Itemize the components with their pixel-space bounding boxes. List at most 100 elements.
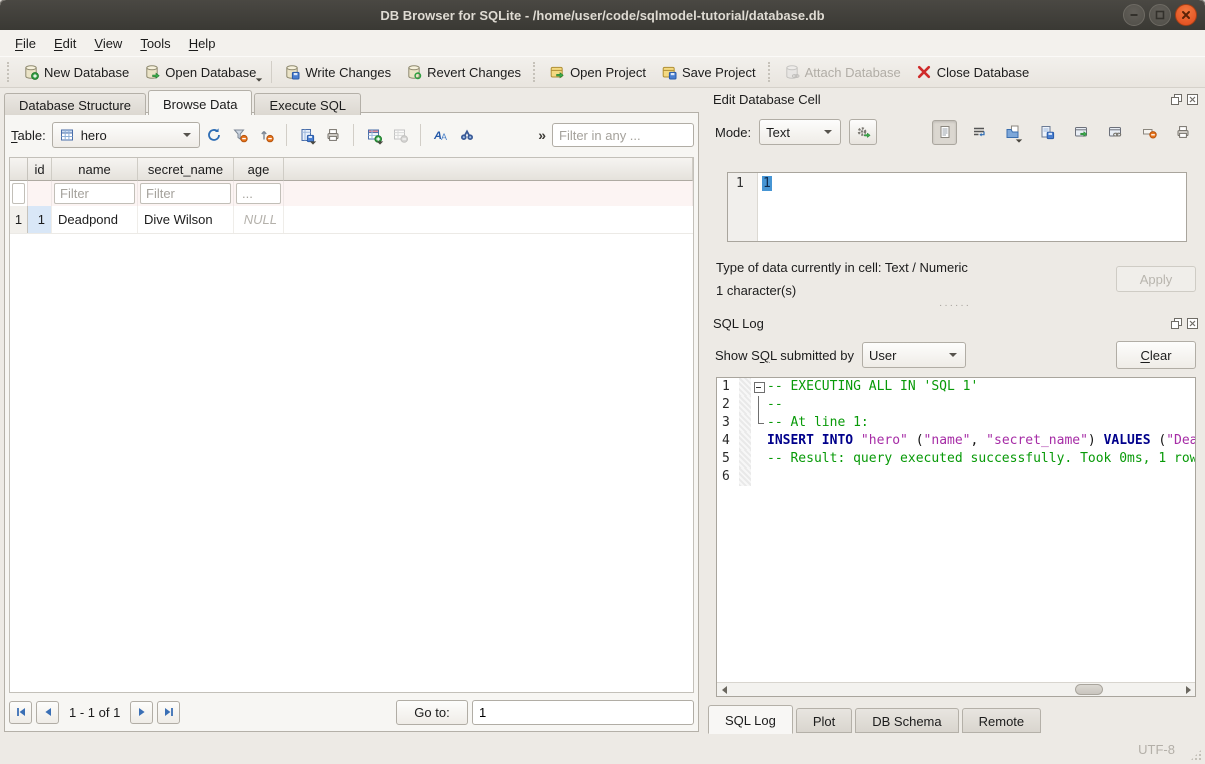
save-results-button[interactable]: [295, 123, 319, 147]
cell-secret-name[interactable]: Dive Wilson: [138, 206, 234, 233]
edit-display-format-button[interactable]: AA: [429, 123, 453, 147]
maximize-button[interactable]: [1149, 4, 1171, 26]
show-sql-label: Show SQL submitted by: [715, 348, 854, 363]
previous-record-button[interactable]: [36, 701, 59, 724]
scroll-left-button[interactable]: [717, 683, 731, 697]
sql-source-select[interactable]: User: [862, 342, 966, 368]
import-dropdown-caret[interactable]: [1016, 139, 1022, 142]
table-select[interactable]: hero: [52, 122, 200, 148]
table-row[interactable]: 1 1 Deadpond Dive Wilson NULL: [10, 206, 693, 234]
menu-edit[interactable]: Edit: [45, 32, 85, 55]
copy-link-button[interactable]: [1102, 120, 1127, 145]
close-dock-icon: [1187, 94, 1198, 105]
clear-sorting-button[interactable]: [254, 123, 278, 147]
filter-age-input[interactable]: [236, 183, 281, 204]
sql-log-line: 1-- EXECUTING ALL IN 'SQL 1': [717, 378, 1195, 396]
tab-browse-data[interactable]: Browse Data: [148, 90, 252, 115]
insert-record-button[interactable]: [362, 123, 386, 147]
filter-secret-name-input[interactable]: [140, 183, 231, 204]
toolbar-overflow-chevron[interactable]: »: [534, 127, 550, 143]
write-changes-button[interactable]: Write Changes: [278, 60, 400, 84]
data-grid[interactable]: id name secret_name age 1 1: [9, 157, 694, 693]
window-controls: [1123, 4, 1197, 26]
statusbar: UTF-8: [0, 734, 1205, 764]
dock-splitter[interactable]: ······: [705, 300, 1205, 310]
print-button[interactable]: [321, 123, 345, 147]
save-project-button[interactable]: Save Project: [655, 60, 765, 84]
find-button[interactable]: [455, 123, 479, 147]
open-database-dropdown-caret[interactable]: [256, 78, 262, 81]
filter-id-input[interactable]: [12, 183, 25, 204]
tab-sql-log[interactable]: SQL Log: [708, 705, 793, 734]
resize-grip[interactable]: [1190, 749, 1202, 761]
text-mode-toggle[interactable]: [932, 120, 957, 145]
column-header-secret-name[interactable]: secret_name: [138, 158, 234, 181]
sql-log-title: SQL Log: [713, 316, 764, 331]
sql-log-view[interactable]: 1-- EXECUTING ALL IN 'SQL 1'2--3-- At li…: [716, 377, 1196, 697]
apply-format-default-button[interactable]: [849, 119, 877, 145]
scrollbar-track[interactable]: [731, 683, 1181, 696]
minimize-button[interactable]: [1123, 4, 1145, 26]
column-header-id[interactable]: id: [28, 158, 52, 181]
menu-tools[interactable]: Tools: [131, 32, 179, 55]
close-dock-button[interactable]: [1186, 93, 1199, 106]
save-results-dropdown-caret[interactable]: [310, 141, 316, 144]
first-record-button[interactable]: [9, 701, 32, 724]
column-header-name[interactable]: name: [52, 158, 138, 181]
filter-any-input[interactable]: [552, 123, 694, 147]
insert-record-dropdown-caret[interactable]: [377, 141, 383, 144]
toolbar-drag-handle[interactable]: [7, 62, 12, 82]
cell-name[interactable]: Deadpond: [52, 206, 138, 233]
sql-log-line: 5-- Result: query executed successfully.…: [717, 450, 1195, 468]
float-dock-button[interactable]: [1170, 93, 1183, 106]
menu-help[interactable]: Help: [180, 32, 225, 55]
mode-select-value: Text: [766, 125, 790, 140]
cell-editor-content[interactable]: 1: [758, 173, 1186, 241]
clear-filters-button[interactable]: [228, 123, 252, 147]
toolbar-drag-handle[interactable]: [768, 62, 773, 82]
new-database-icon: [23, 64, 39, 80]
scrollbar-thumb[interactable]: [1075, 684, 1103, 695]
print-cell-button[interactable]: [1170, 120, 1195, 145]
tab-db-schema[interactable]: DB Schema: [855, 708, 958, 733]
filter-name-input[interactable]: [54, 183, 135, 204]
tab-plot[interactable]: Plot: [796, 708, 852, 733]
cell-editor[interactable]: 1 1: [727, 172, 1187, 242]
menu-view[interactable]: View: [85, 32, 131, 55]
refresh-button[interactable]: [202, 123, 226, 147]
close-database-button[interactable]: Close Database: [910, 60, 1039, 84]
last-record-button[interactable]: [157, 701, 180, 724]
cell-age[interactable]: NULL: [234, 206, 284, 233]
filter-id-cell: [10, 181, 28, 206]
mode-select[interactable]: Text: [759, 119, 841, 145]
tab-database-structure[interactable]: Database Structure: [4, 93, 146, 115]
scroll-right-button[interactable]: [1181, 683, 1195, 697]
menu-file[interactable]: File: [6, 32, 45, 55]
horizontal-scrollbar[interactable]: [717, 682, 1195, 696]
float-dock-button[interactable]: [1170, 317, 1183, 330]
cell-id[interactable]: 1: [28, 206, 52, 233]
titlebar[interactable]: DB Browser for SQLite - /home/user/code/…: [0, 0, 1205, 30]
next-record-button[interactable]: [130, 701, 153, 724]
chevron-down-icon: [949, 353, 957, 357]
import-data-button[interactable]: [1000, 120, 1025, 145]
open-project-button[interactable]: Open Project: [543, 60, 655, 84]
open-database-button[interactable]: Open Database: [138, 60, 265, 84]
set-null-button[interactable]: [1136, 120, 1161, 145]
row-header[interactable]: 1: [10, 206, 28, 233]
goto-input[interactable]: [472, 700, 694, 725]
export-data-button[interactable]: [1034, 120, 1059, 145]
clear-log-button[interactable]: Clear: [1116, 341, 1196, 369]
tab-execute-sql[interactable]: Execute SQL: [254, 93, 361, 115]
column-header-age[interactable]: age: [234, 158, 284, 181]
goto-button[interactable]: Go to:: [396, 700, 468, 725]
tab-remote[interactable]: Remote: [962, 708, 1042, 733]
close-dock-button[interactable]: [1186, 317, 1199, 330]
close-button[interactable]: [1175, 4, 1197, 26]
revert-changes-button[interactable]: Revert Changes: [400, 60, 530, 84]
word-wrap-toggle[interactable]: [966, 120, 991, 145]
toolbar-separator: [286, 124, 287, 146]
toolbar-drag-handle[interactable]: [533, 62, 538, 82]
new-database-button[interactable]: New Database: [17, 60, 138, 84]
open-in-external-button[interactable]: [1068, 120, 1093, 145]
